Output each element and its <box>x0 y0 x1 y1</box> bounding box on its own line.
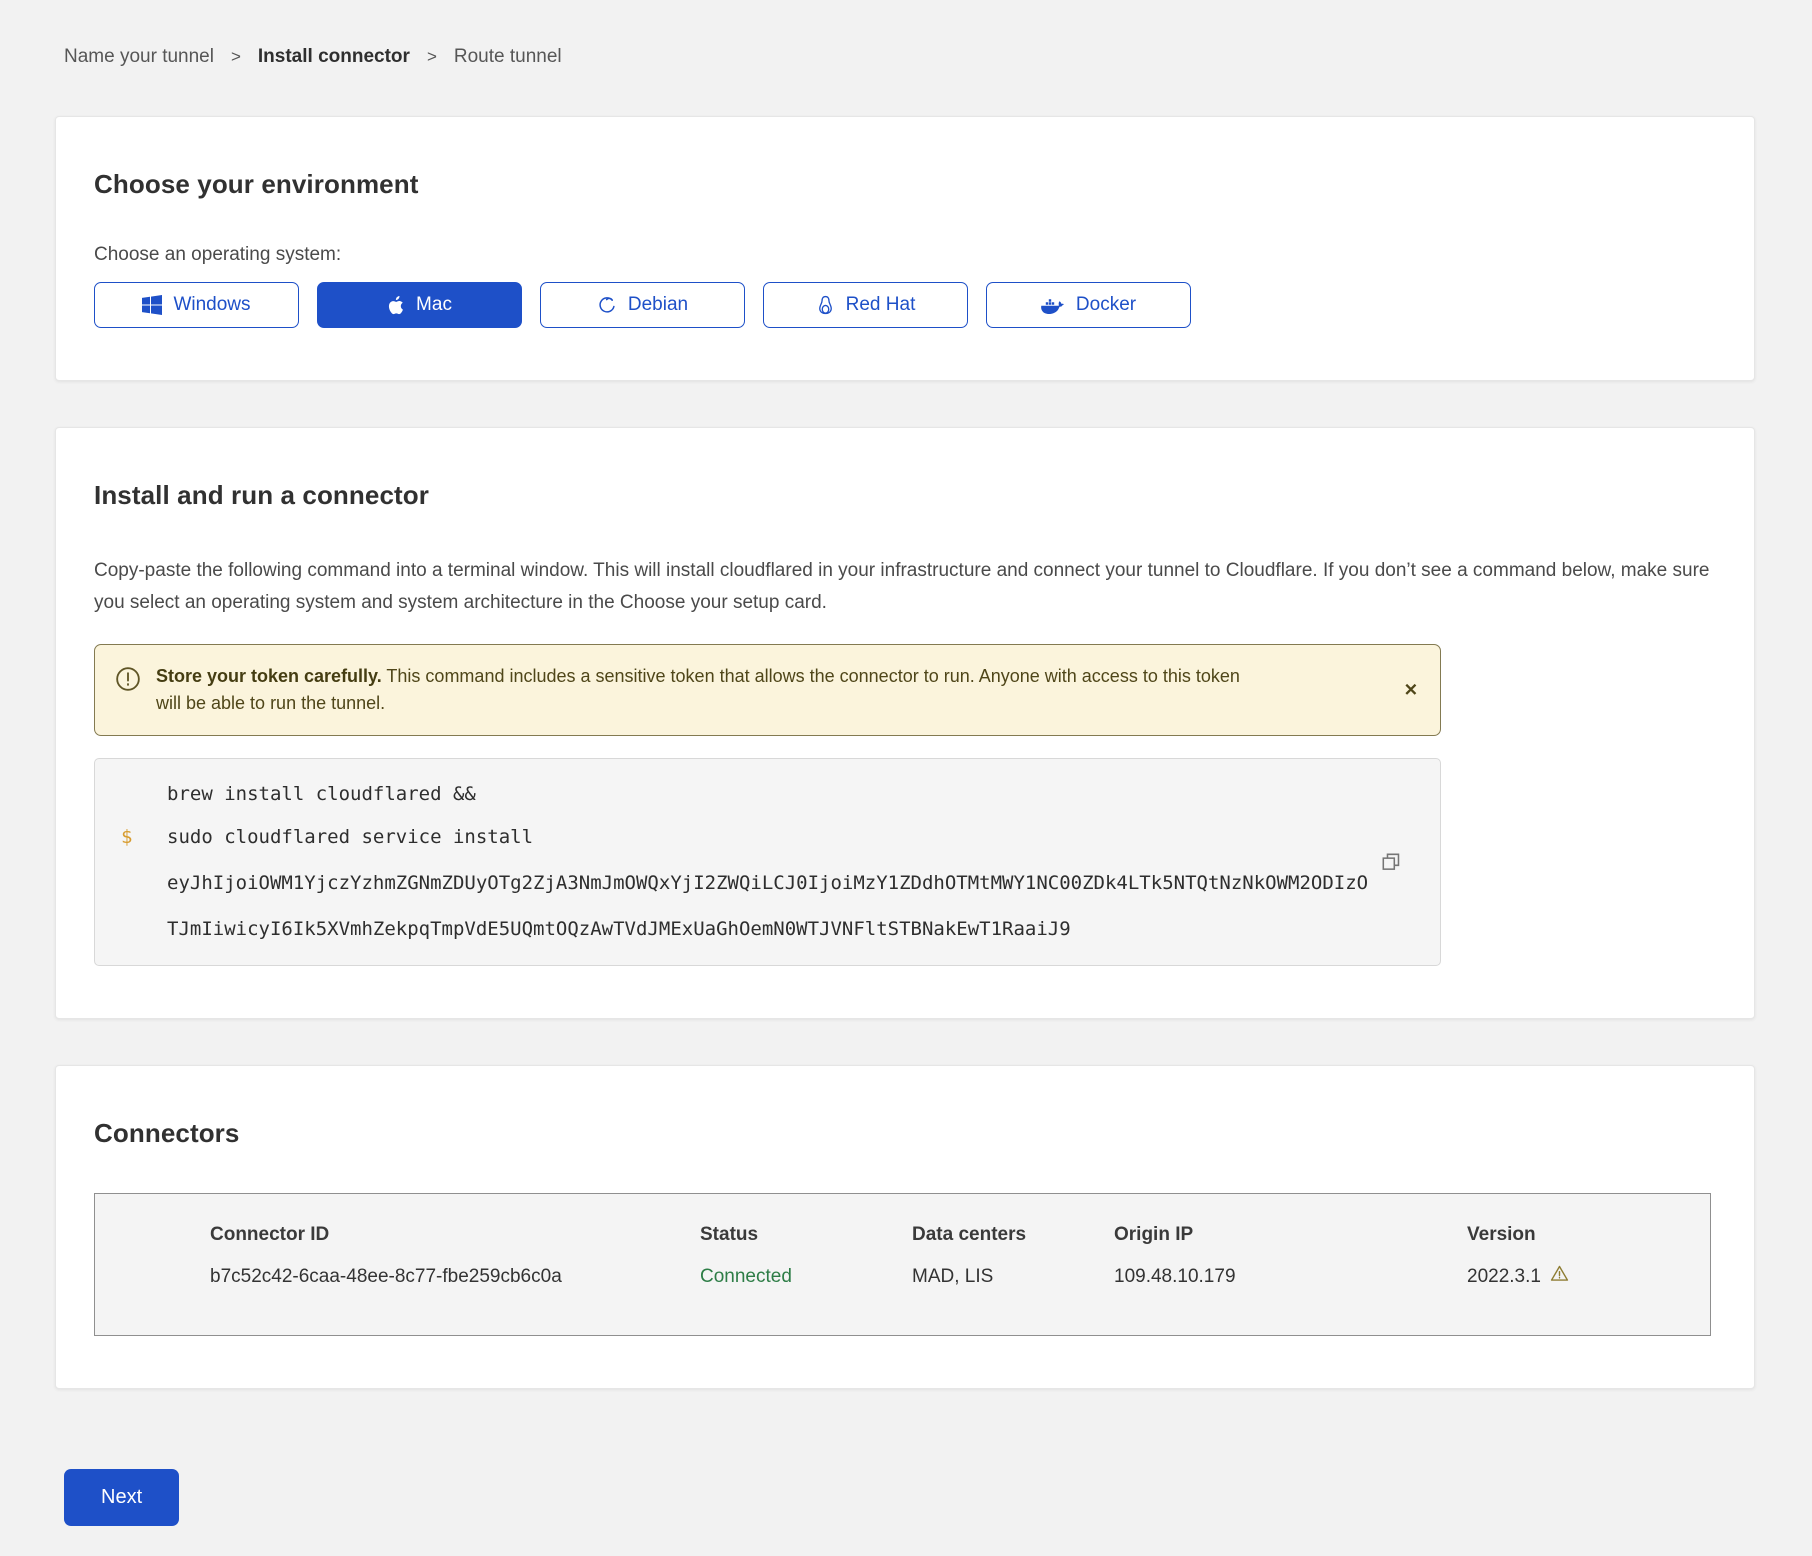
os-select-label: Choose an operating system: <box>94 244 1711 266</box>
copy-icon[interactable] <box>1376 847 1406 877</box>
data-centers-value: MAD, LIS <box>912 1266 1114 1288</box>
os-button-label: Red Hat <box>846 294 916 316</box>
connectors-table: Connector ID Status Data centers Origin … <box>94 1193 1711 1336</box>
code-line-brew: brew install cloudflared && <box>121 783 1414 806</box>
prompt-spacer <box>121 783 167 806</box>
windows-logo-icon <box>142 295 162 315</box>
token-warning-banner: Store your token carefully. This command… <box>94 644 1441 736</box>
alert-circle-icon <box>115 666 141 697</box>
os-button-debian[interactable]: Debian <box>540 282 745 328</box>
os-button-docker[interactable]: Docker <box>986 282 1191 328</box>
install-description: Copy-paste the following command into a … <box>94 555 1711 618</box>
close-icon[interactable]: ✕ <box>1398 676 1424 705</box>
next-button[interactable]: Next <box>64 1469 179 1526</box>
breadcrumb-install-connector[interactable]: Install connector <box>258 46 410 68</box>
col-header-version: Version <box>1467 1224 1710 1246</box>
os-button-group: Windows Mac Debian Red Hat <box>94 282 1711 328</box>
install-connector-card: Install and run a connector Copy-paste t… <box>55 427 1755 1019</box>
breadcrumb-route-tunnel[interactable]: Route tunnel <box>454 46 562 68</box>
warning-triangle-icon <box>1550 1264 1569 1289</box>
table-row: b7c52c42-6caa-48ee-8c77-fbe259cb6c0a Con… <box>210 1264 1710 1289</box>
os-button-label: Debian <box>628 294 688 316</box>
status-badge: Connected <box>700 1266 912 1288</box>
docker-whale-icon <box>1041 296 1065 315</box>
card-title: Choose your environment <box>94 169 1711 200</box>
apple-logo-icon <box>387 295 405 316</box>
shell-prompt: $ <box>121 826 167 941</box>
origin-ip-value: 109.48.10.179 <box>1114 1266 1467 1288</box>
table-header-row: Connector ID Status Data centers Origin … <box>210 1224 1710 1246</box>
breadcrumb-separator: > <box>231 47 241 67</box>
version-number: 2022.3.1 <box>1467 1266 1541 1288</box>
warning-message: Store your token carefully. This command… <box>156 663 1251 717</box>
os-button-label: Windows <box>173 294 250 316</box>
choose-environment-card: Choose your environment Choose an operat… <box>55 116 1755 381</box>
brew-command: brew install cloudflared && <box>167 783 476 806</box>
os-button-redhat[interactable]: Red Hat <box>763 282 968 328</box>
install-command-block: brew install cloudflared && $ sudo cloud… <box>94 758 1441 966</box>
command-text: sudo cloudflared service install <box>167 826 533 848</box>
breadcrumb-name-your-tunnel[interactable]: Name your tunnel <box>64 46 214 68</box>
os-button-windows[interactable]: Windows <box>94 282 299 328</box>
version-value: 2022.3.1 <box>1467 1264 1710 1289</box>
os-button-mac[interactable]: Mac <box>317 282 522 328</box>
debian-swirl-icon <box>597 295 617 315</box>
card-title: Connectors <box>94 1118 1711 1149</box>
code-line-service-install: $ sudo cloudflared service install eyJhI… <box>121 826 1414 941</box>
tunnel-setup-page: Name your tunnel > Install connector > R… <box>0 0 1812 1556</box>
warning-message-bold: Store your token carefully. <box>156 666 382 686</box>
col-header-connector-id: Connector ID <box>210 1224 700 1246</box>
connectors-card: Connectors Connector ID Status Data cent… <box>55 1065 1755 1389</box>
col-header-data-centers: Data centers <box>912 1224 1114 1246</box>
os-button-label: Mac <box>416 294 452 316</box>
connector-id-value: b7c52c42-6caa-48ee-8c77-fbe259cb6c0a <box>210 1266 700 1288</box>
col-header-origin-ip: Origin IP <box>1114 1224 1467 1246</box>
breadcrumb-separator: > <box>427 47 437 67</box>
token-line-2: TJmIiwicyI6Ik5XVmhZekpqTmpVdE5UQmtOQzAwT… <box>167 918 1071 940</box>
col-header-status: Status <box>700 1224 912 1246</box>
os-button-label: Docker <box>1076 294 1136 316</box>
token-line-1: eyJhIjoiOWM1YjczYzhmZGNmZDUyOTg2ZjA3NmJm… <box>167 872 1368 894</box>
linux-penguin-icon <box>816 295 835 316</box>
card-title: Install and run a connector <box>94 480 1711 511</box>
service-install-command: sudo cloudflared service install eyJhIjo… <box>167 826 1368 941</box>
breadcrumb: Name your tunnel > Install connector > R… <box>64 46 1755 68</box>
